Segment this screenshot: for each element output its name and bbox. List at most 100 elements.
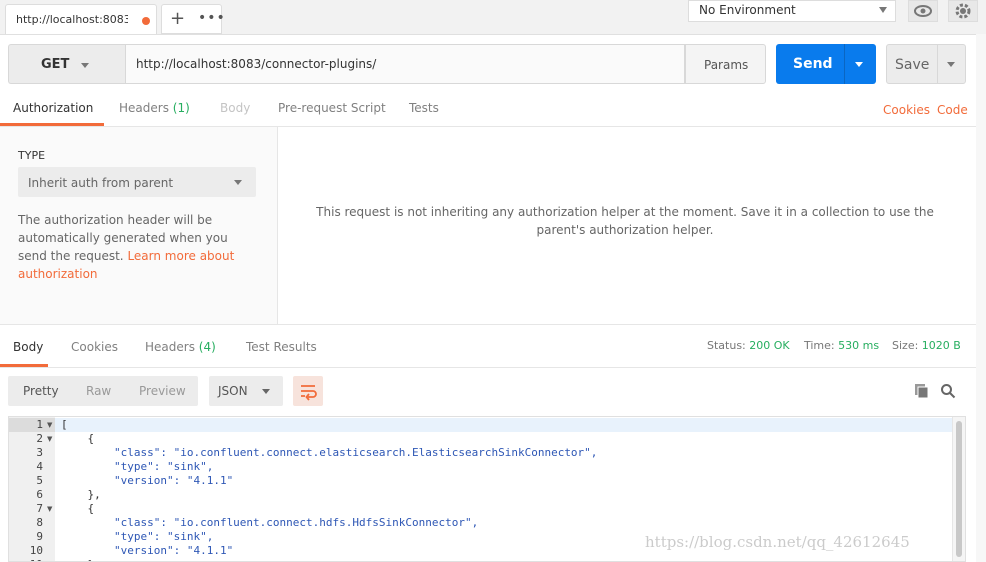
code-line: { xyxy=(61,432,95,445)
line-number: 6 xyxy=(36,488,43,501)
format-select[interactable]: JSON xyxy=(209,376,283,406)
line-number: 5 xyxy=(36,474,43,487)
code-line: [ xyxy=(61,418,68,431)
tab-headers-label: Headers xyxy=(119,101,169,115)
auth-message: This request is not inheriting any autho… xyxy=(316,205,934,237)
auth-type-label: TYPE xyxy=(18,149,46,162)
chevron-down-icon xyxy=(81,63,89,68)
save-label: Save xyxy=(895,57,930,73)
code-line: "version": "4.1.1" xyxy=(61,474,234,487)
code-line: }, xyxy=(61,488,101,501)
environment-quick-look-button[interactable] xyxy=(908,0,938,22)
request-tab[interactable]: http://localhost:8083/c xyxy=(5,4,157,34)
url-input[interactable]: http://localhost:8083/connector-plugins/ xyxy=(125,44,685,84)
window-edge xyxy=(976,34,986,562)
editor-scrollbar[interactable] xyxy=(952,417,965,561)
send-divider xyxy=(844,44,845,84)
auth-type-value: Inherit auth from parent xyxy=(28,176,174,190)
response-tab-headers[interactable]: Headers (4) xyxy=(145,340,216,354)
tab-actions: + ••• xyxy=(161,4,225,34)
send-label: Send xyxy=(793,56,833,72)
line-number: 9 xyxy=(36,530,43,543)
tab-body[interactable]: Body xyxy=(220,101,250,115)
line-number: 11 xyxy=(9,558,43,561)
line-number: 3 xyxy=(36,446,43,459)
send-button[interactable]: Send xyxy=(776,44,876,84)
format-value: JSON xyxy=(218,384,248,398)
auth-description: The authorization header will be automat… xyxy=(18,211,258,283)
view-mode-group: Pretty Raw Preview xyxy=(8,376,198,406)
response-tab-headers-label: Headers xyxy=(145,340,195,354)
request-tab-title: http://localhost:8083/c xyxy=(16,13,128,26)
code-link[interactable]: Code xyxy=(937,103,968,117)
send-options-chevron-icon[interactable] xyxy=(855,62,863,67)
raw-button[interactable]: Raw xyxy=(86,384,111,398)
fold-arrow-icon[interactable]: ▼ xyxy=(47,505,52,513)
save-options-chevron-icon[interactable] xyxy=(947,62,955,67)
more-tabs-button[interactable]: ••• xyxy=(198,10,226,26)
copy-button[interactable] xyxy=(914,383,930,399)
save-divider xyxy=(937,45,938,83)
tab-pre-request-script[interactable]: Pre-request Script xyxy=(278,101,386,115)
search-button[interactable] xyxy=(940,383,956,399)
divider xyxy=(0,324,976,325)
time-value: 530 ms xyxy=(838,339,880,352)
chevron-down-icon xyxy=(234,180,242,185)
auth-type-select[interactable]: Inherit auth from parent xyxy=(18,167,256,197)
code-line: "class": "io.confluent.connect.hdfs.Hdfs… xyxy=(61,516,479,529)
tab-headers[interactable]: Headers (1) xyxy=(119,101,190,115)
code-line: "type": "sink", xyxy=(61,530,214,543)
unsaved-dot-icon xyxy=(142,17,150,25)
watermark: https://blog.csdn.net/qq_42612645 xyxy=(645,533,910,551)
environment-select[interactable]: No Environment xyxy=(688,0,896,22)
code-line: "version": "4.1.1" xyxy=(61,544,234,557)
save-button[interactable]: Save xyxy=(886,44,966,84)
settings-button[interactable] xyxy=(948,0,978,22)
copy-icon xyxy=(915,384,929,399)
gear-icon xyxy=(955,3,971,19)
time-label: Time: xyxy=(804,339,835,352)
status-value: 200 OK xyxy=(749,339,790,352)
tab-tests[interactable]: Tests xyxy=(409,101,439,115)
response-tab-body[interactable]: Body xyxy=(13,340,43,354)
code-line: }, xyxy=(61,558,100,561)
status-label: Status: xyxy=(707,339,746,352)
pretty-button[interactable]: Pretty xyxy=(23,384,59,398)
status-readout: Status: 200 OK xyxy=(707,339,790,352)
fold-arrow-icon[interactable]: ▼ xyxy=(47,435,52,443)
divider xyxy=(0,367,976,368)
preview-button[interactable]: Preview xyxy=(139,384,186,398)
response-tab-cookies[interactable]: Cookies xyxy=(71,340,118,354)
cookies-link[interactable]: Cookies xyxy=(883,103,930,117)
line-number: 2 xyxy=(36,432,43,445)
response-tab-test-results[interactable]: Test Results xyxy=(246,340,317,354)
size-value: 1020 B xyxy=(921,339,961,352)
search-icon xyxy=(941,384,956,399)
line-number: 8 xyxy=(36,516,43,529)
params-button[interactable]: Params xyxy=(685,44,766,84)
new-tab-button[interactable]: + xyxy=(170,8,185,29)
tab-authorization[interactable]: Authorization xyxy=(13,101,93,115)
active-line-highlight xyxy=(55,418,955,432)
method-value: GET xyxy=(41,57,70,72)
code-line: { xyxy=(61,502,95,515)
line-number: 10 xyxy=(29,544,43,557)
line-number: 4 xyxy=(36,460,43,473)
eye-icon xyxy=(914,5,932,17)
environment-value: No Environment xyxy=(699,3,796,17)
wrap-lines-icon xyxy=(301,385,317,401)
wrap-lines-button[interactable] xyxy=(293,376,323,406)
headers-count-badge: (1) xyxy=(172,101,190,115)
response-headers-count-badge: (4) xyxy=(198,340,216,354)
method-select[interactable]: GET xyxy=(8,44,125,84)
code-line: "type": "sink", xyxy=(61,460,214,473)
time-readout: Time: 530 ms xyxy=(804,339,879,352)
fold-arrow-icon[interactable]: ▼ xyxy=(47,421,52,429)
size-label: Size: xyxy=(892,339,919,352)
line-number: 1 xyxy=(36,418,43,431)
chevron-down-icon xyxy=(879,7,887,13)
line-number: 7 xyxy=(36,502,43,515)
size-readout: Size: 1020 B xyxy=(892,339,961,352)
scrollbar-thumb[interactable] xyxy=(956,421,962,557)
params-label: Params xyxy=(704,58,749,72)
